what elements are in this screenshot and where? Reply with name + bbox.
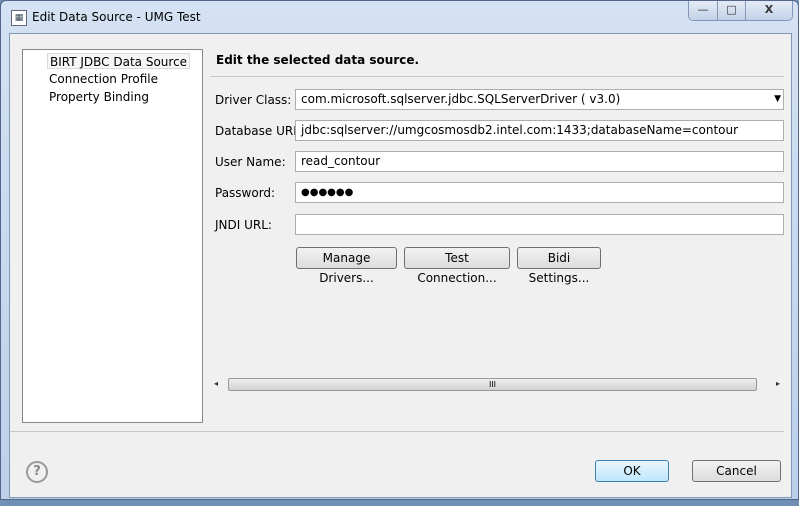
close-button[interactable]: X bbox=[745, 1, 792, 20]
driver-class-value: com.microsoft.sqlserver.jdbc.SQLServerDr… bbox=[301, 92, 621, 106]
jndi-url-label: JNDI URL: bbox=[215, 218, 272, 232]
user-name-label: User Name: bbox=[215, 155, 286, 169]
manage-drivers-button[interactable]: Manage Drivers... bbox=[296, 247, 397, 285]
driver-class-label: Driver Class: bbox=[215, 93, 292, 107]
user-name-input[interactable]: read_contour bbox=[295, 151, 784, 172]
footer-divider bbox=[10, 431, 784, 432]
horizontal-scrollbar[interactable]: ◂ III ▸ bbox=[210, 377, 784, 392]
jndi-url-input[interactable] bbox=[295, 214, 784, 235]
header-divider bbox=[210, 76, 784, 77]
app-icon: ▦ bbox=[11, 10, 27, 26]
window-title: Edit Data Source - UMG Test bbox=[32, 10, 201, 24]
bidi-settings-button[interactable]: Bidi Settings... bbox=[517, 247, 601, 285]
maximize-button[interactable]: □ bbox=[717, 1, 745, 20]
help-icon[interactable]: ? bbox=[26, 461, 48, 483]
minimize-button[interactable]: — bbox=[689, 1, 717, 20]
dialog-window: ▦ Edit Data Source - UMG Test — □ X BIRT… bbox=[0, 0, 799, 500]
page-title: Edit the selected data source. bbox=[216, 53, 420, 67]
driver-class-select[interactable]: com.microsoft.sqlserver.jdbc.SQLServerDr… bbox=[295, 89, 784, 110]
password-label: Password: bbox=[215, 186, 276, 200]
test-connection-button[interactable]: Test Connection... bbox=[404, 247, 510, 285]
scroll-right-icon[interactable]: ▸ bbox=[776, 379, 780, 388]
scroll-left-icon[interactable]: ◂ bbox=[214, 379, 218, 388]
ok-button[interactable]: OK bbox=[595, 460, 669, 482]
cancel-button[interactable]: Cancel bbox=[692, 460, 781, 482]
tree-item-property-binding[interactable]: Property Binding bbox=[47, 89, 151, 105]
tree-item-connection-profile[interactable]: Connection Profile bbox=[47, 71, 160, 87]
chevron-down-icon[interactable]: ▼ bbox=[774, 90, 781, 109]
dialog-client: BIRT JDBC Data Source Connection Profile… bbox=[9, 33, 792, 498]
database-url-input[interactable]: jdbc:sqlserver://umgcosmosdb2.intel.com:… bbox=[295, 120, 784, 141]
scrollbar-thumb[interactable]: III bbox=[228, 378, 757, 391]
password-input[interactable]: ●●●●●● bbox=[295, 182, 784, 203]
database-url-label: Database URL: bbox=[215, 124, 304, 138]
navigation-tree: BIRT JDBC Data Source Connection Profile… bbox=[22, 49, 203, 423]
tree-item-birt-jdbc-data-source[interactable]: BIRT JDBC Data Source bbox=[47, 53, 191, 69]
